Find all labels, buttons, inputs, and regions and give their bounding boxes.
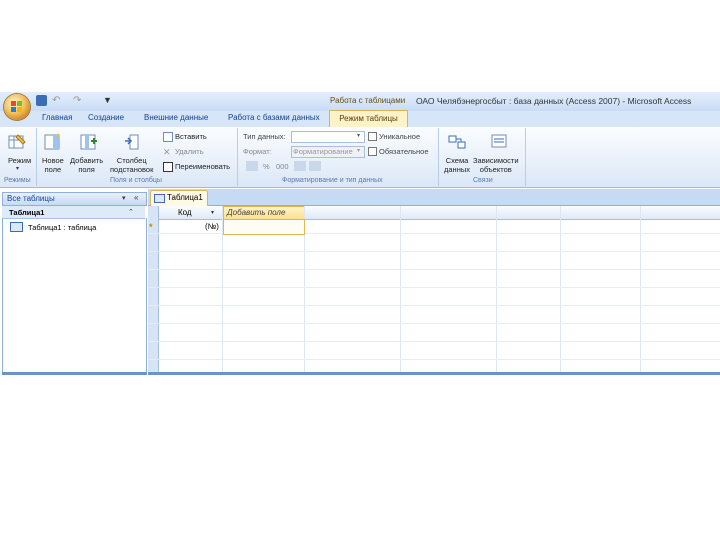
tab-datasheet-label: Режим таблицы bbox=[339, 114, 398, 123]
undo-icon[interactable]: ↶ bbox=[52, 95, 63, 106]
document-bottom-border bbox=[148, 372, 720, 375]
table-icon bbox=[10, 222, 23, 232]
new-field-icon bbox=[44, 133, 60, 150]
lookup-column-icon bbox=[125, 134, 139, 150]
new-field-button[interactable] bbox=[44, 133, 62, 153]
dependencies-label: Зависимости объектов bbox=[473, 156, 519, 174]
lookup-column-label: Столбец подстановок bbox=[110, 156, 154, 174]
document-table-icon bbox=[154, 194, 165, 203]
group-views-label: Режимы bbox=[4, 177, 31, 184]
delete-button[interactable]: Удалить bbox=[175, 147, 204, 156]
add-fields-label: Добавить поля bbox=[70, 156, 104, 174]
add-existing-fields-button[interactable] bbox=[80, 133, 98, 153]
group-relationships-label: Связи bbox=[473, 177, 493, 184]
add-fields-icon bbox=[80, 134, 97, 150]
delete-icon: ✕ bbox=[163, 147, 171, 157]
format-dropdown-icon[interactable]: ▾ bbox=[357, 147, 360, 154]
relationships-button[interactable] bbox=[448, 133, 466, 153]
document-tab-label: Таблица1 bbox=[167, 193, 203, 202]
group-fields-columns-label: Поля и столбцы bbox=[110, 177, 162, 184]
group-formatting-label: Форматирование и тип данных bbox=[282, 177, 383, 184]
required-checkbox[interactable] bbox=[368, 147, 377, 156]
currency-icon[interactable] bbox=[246, 161, 258, 171]
column-kod-dropdown-icon[interactable]: ▾ bbox=[211, 209, 214, 216]
tab-datasheet[interactable]: Режим таблицы bbox=[329, 110, 408, 128]
save-icon[interactable] bbox=[36, 95, 47, 106]
insert-button[interactable]: Вставить bbox=[175, 132, 207, 141]
new-row-kod-cell[interactable]: (№) bbox=[205, 222, 219, 231]
column-header-kod-label: Код bbox=[178, 208, 192, 217]
view-button[interactable] bbox=[8, 133, 26, 153]
insert-icon bbox=[163, 132, 173, 142]
increase-decimals-icon[interactable] bbox=[294, 161, 306, 171]
format-label: Формат: bbox=[243, 147, 272, 156]
data-type-dropdown-icon[interactable]: ▾ bbox=[357, 132, 360, 139]
context-tab-label: Работа с таблицами bbox=[330, 96, 406, 105]
nav-pane-title[interactable]: Все таблицы bbox=[7, 194, 55, 203]
new-row-marker: * bbox=[149, 222, 153, 232]
office-button[interactable] bbox=[4, 94, 30, 120]
grid-hline bbox=[148, 323, 720, 324]
office-logo-icon bbox=[11, 101, 22, 112]
grid-hline bbox=[148, 269, 720, 270]
column-header-empty bbox=[304, 206, 720, 220]
new-field-label: Новое поле bbox=[42, 156, 64, 174]
unique-checkbox[interactable] bbox=[368, 132, 377, 141]
dependencies-icon bbox=[491, 134, 507, 148]
nav-dropdown-icon[interactable]: ▾ bbox=[122, 194, 126, 202]
nav-collapse-icon[interactable]: « bbox=[134, 193, 138, 202]
grid-vline bbox=[640, 206, 641, 373]
view-button-label: Режим bbox=[8, 156, 32, 165]
object-dependencies-button[interactable] bbox=[490, 133, 508, 153]
data-type-label: Тип данных: bbox=[243, 132, 286, 141]
nav-pane-bottom-border bbox=[2, 372, 147, 375]
tab-create[interactable]: Создание bbox=[88, 113, 124, 122]
grid-hline bbox=[148, 305, 720, 306]
new-row-add-field-cell[interactable] bbox=[223, 219, 305, 235]
nav-item-label: Таблица1 : таблица bbox=[28, 223, 97, 232]
grid-vline bbox=[496, 206, 497, 373]
data-type-combo[interactable] bbox=[291, 131, 365, 143]
unique-label: Уникальное bbox=[379, 132, 421, 141]
document-tabstrip bbox=[148, 189, 720, 206]
rename-button[interactable]: Переименовать bbox=[175, 162, 230, 171]
tab-external-data[interactable]: Внешние данные bbox=[144, 113, 208, 122]
format-value: Форматирование bbox=[293, 147, 353, 156]
view-icon bbox=[8, 134, 26, 149]
tab-database-tools[interactable]: Работа с базами данных bbox=[228, 113, 320, 122]
redo-icon[interactable]: ↷ bbox=[73, 95, 84, 106]
grid-hline bbox=[148, 341, 720, 342]
window-title: ОАО Челябэнергосбыт : база данных (Acces… bbox=[416, 96, 692, 106]
nav-group-collapse-icon[interactable]: ⌃ bbox=[128, 208, 134, 216]
relationships-icon bbox=[448, 135, 466, 149]
view-dropdown-arrow-icon[interactable]: ▾ bbox=[16, 165, 19, 172]
required-label: Обязательное bbox=[379, 147, 429, 156]
rename-icon bbox=[163, 162, 173, 172]
decrease-decimals-icon[interactable] bbox=[309, 161, 321, 171]
grid-vline bbox=[560, 206, 561, 373]
thousands-button[interactable]: 000 bbox=[276, 162, 289, 171]
grid-hline bbox=[148, 251, 720, 252]
percent-button[interactable]: % bbox=[263, 162, 270, 171]
nav-group-label: Таблица1 bbox=[9, 208, 45, 217]
column-header-add-field-label: Добавить поле bbox=[227, 208, 286, 217]
grid-hline bbox=[148, 287, 720, 288]
relationships-label: Схема данных bbox=[444, 156, 470, 174]
lookup-column-button[interactable] bbox=[124, 133, 142, 153]
tab-home[interactable]: Главная bbox=[42, 113, 72, 122]
grid-vline bbox=[400, 206, 401, 373]
customize-quick-access-icon[interactable]: ▼ bbox=[103, 95, 114, 106]
nav-pane-body bbox=[2, 218, 147, 375]
grid-hline bbox=[148, 359, 720, 360]
